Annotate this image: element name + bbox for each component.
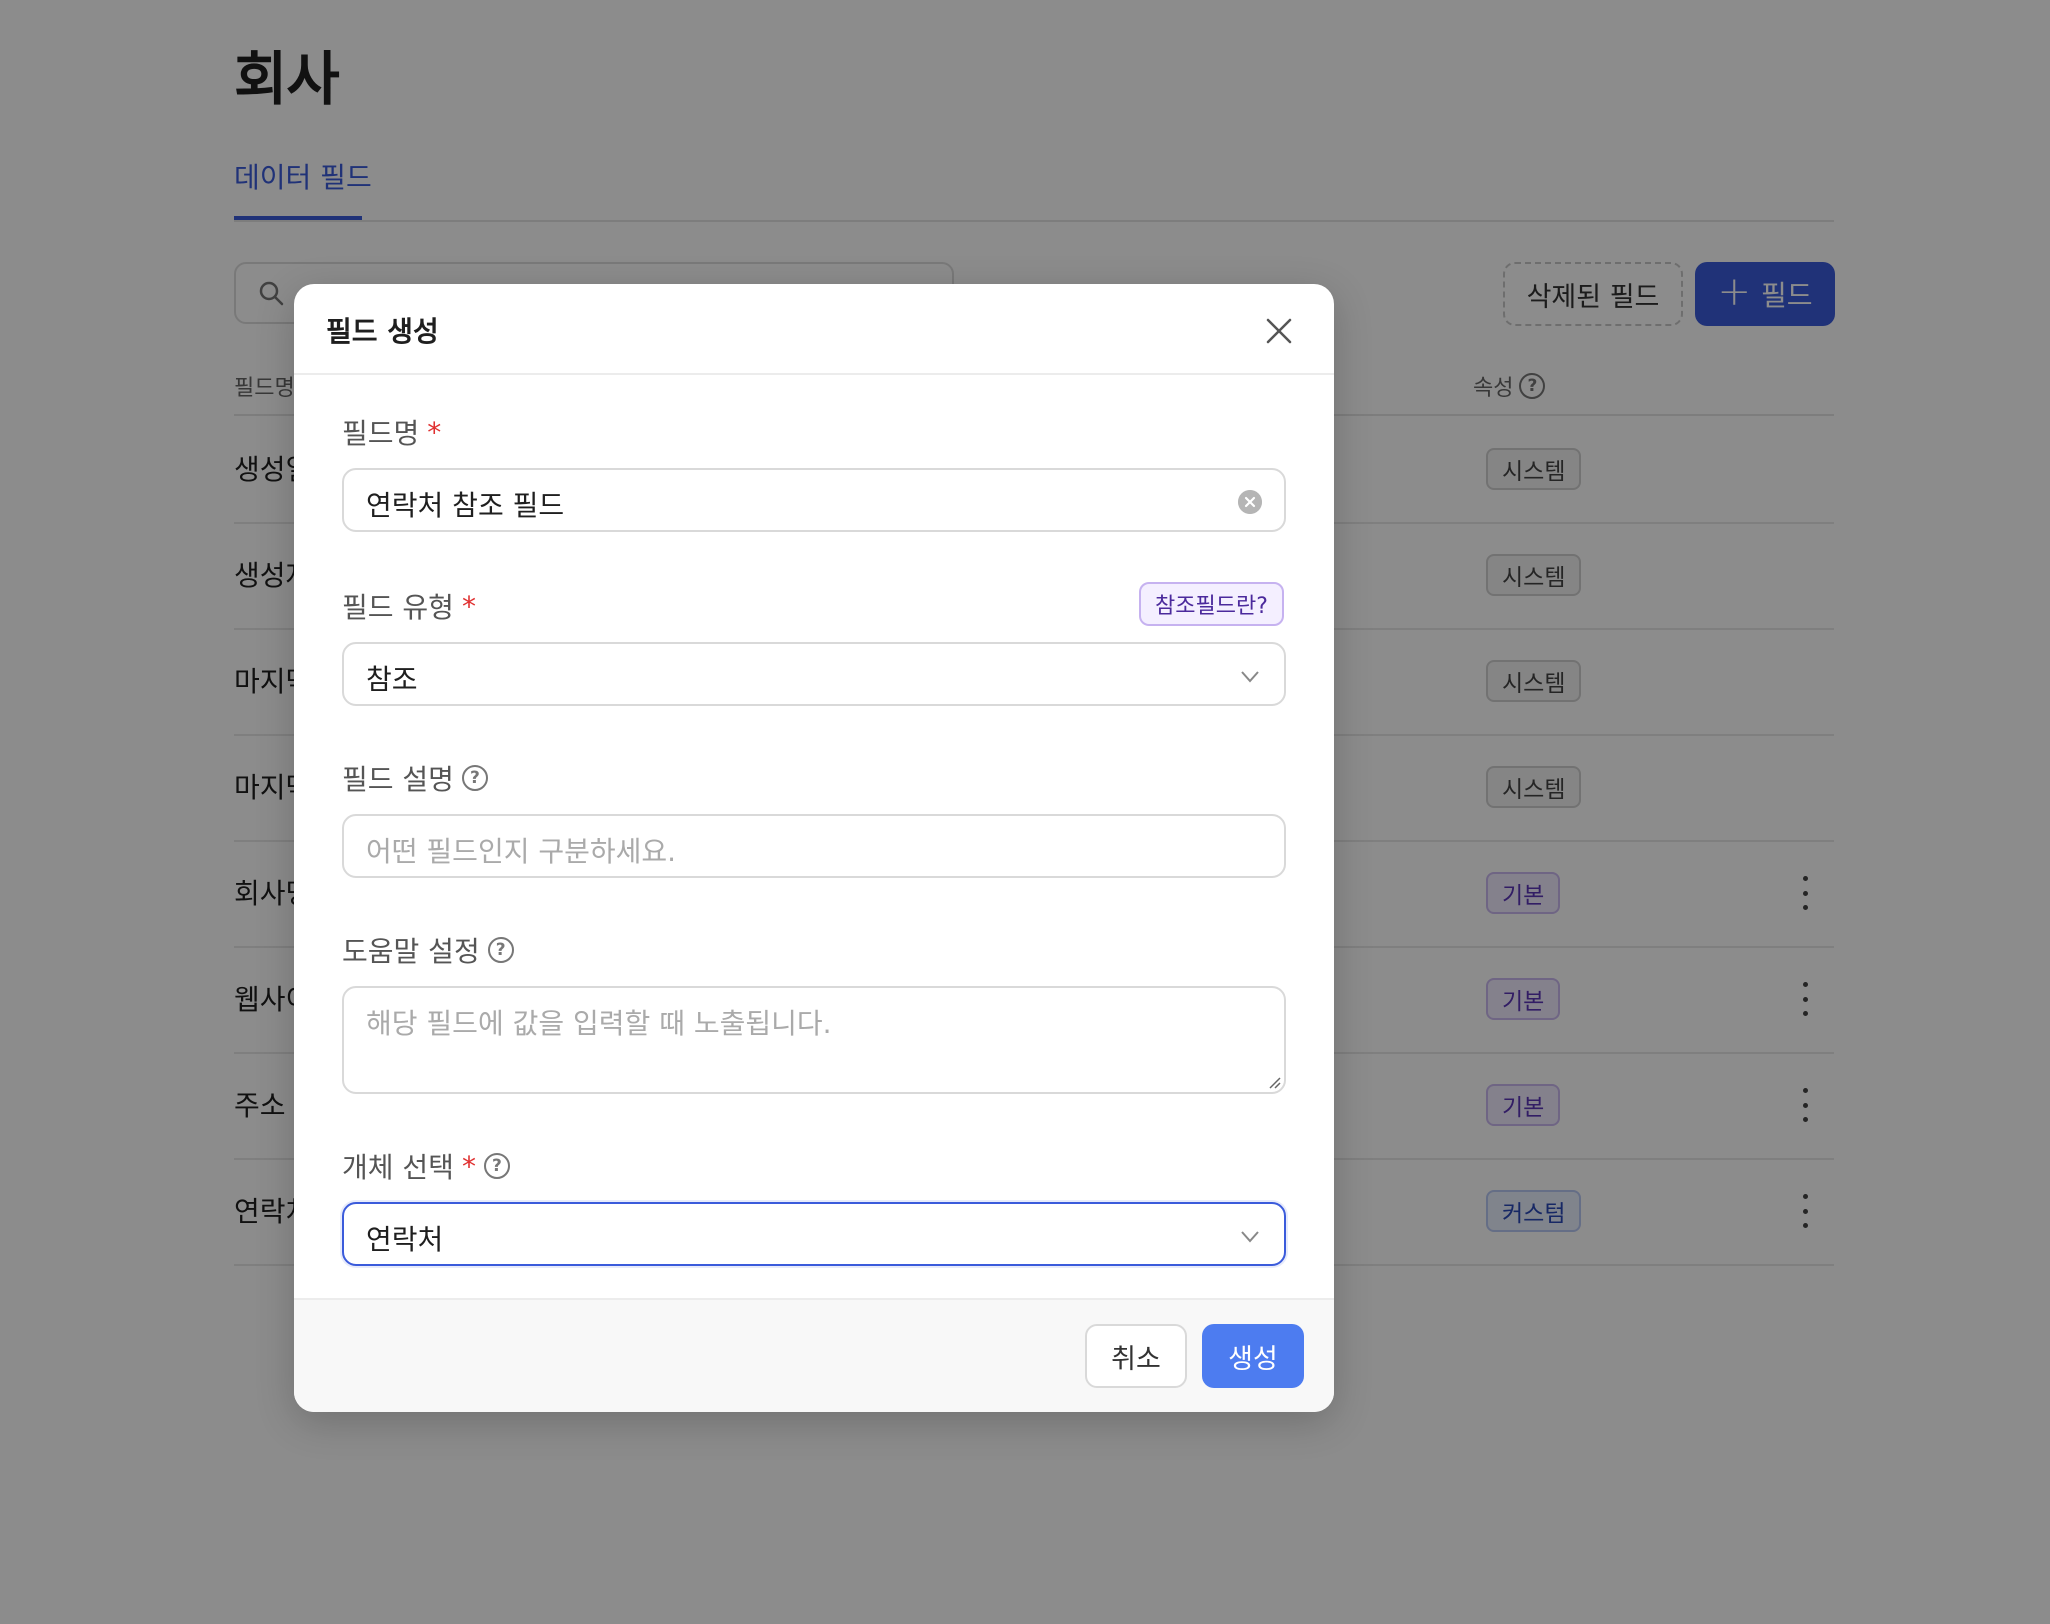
field-name-label-text: 필드명 [342, 417, 420, 450]
field-description-input[interactable]: 어떤 필드인지 구분하세요. [342, 814, 1286, 878]
object-select-value: 연락처 [366, 1223, 444, 1256]
modal-title: 필드 생성 [326, 315, 439, 348]
required-mark: * [427, 415, 442, 449]
field-name-input[interactable]: 연락처 참조 필드 [342, 468, 1286, 532]
help-text-label: 도움말 설정 ? [342, 930, 514, 970]
field-name-label: 필드명 * [342, 412, 441, 452]
object-select-label: 개체 선택 * ? [342, 1146, 510, 1186]
field-name-value: 연락처 참조 필드 [366, 489, 565, 522]
cancel-button[interactable]: 취소 [1085, 1324, 1187, 1388]
close-icon[interactable] [1262, 314, 1296, 348]
field-description-label-text: 필드 설명 [342, 763, 454, 796]
create-field-modal: 필드 생성 필드명 * 연락처 참조 필드 필드 유형 * 참조필드란? 참조 … [294, 284, 1334, 1412]
reference-field-help-badge[interactable]: 참조필드란? [1139, 582, 1284, 626]
field-type-label-text: 필드 유형 [342, 591, 454, 624]
help-icon[interactable]: ? [483, 1153, 510, 1179]
field-type-select[interactable]: 참조 [342, 642, 1286, 706]
chevron-down-icon [1241, 671, 1259, 683]
help-text-placeholder: 해당 필드에 값을 입력할 때 노출됩니다. [366, 1007, 832, 1040]
create-button[interactable]: 생성 [1202, 1324, 1304, 1388]
help-icon[interactable]: ? [461, 765, 488, 791]
modal-footer: 취소 생성 [294, 1298, 1334, 1412]
field-type-value: 참조 [366, 663, 418, 696]
required-mark: * [461, 1149, 476, 1183]
chevron-down-icon [1241, 1231, 1259, 1243]
object-select-label-text: 개체 선택 [342, 1151, 454, 1184]
required-mark: * [461, 589, 476, 623]
clear-icon[interactable] [1238, 490, 1262, 514]
modal-header: 필드 생성 [294, 284, 1334, 375]
field-type-label: 필드 유형 * [342, 586, 476, 626]
resize-grip-icon[interactable] [1268, 1076, 1282, 1090]
field-description-label: 필드 설명 ? [342, 758, 488, 798]
object-select[interactable]: 연락처 [342, 1202, 1286, 1266]
help-text-textarea[interactable]: 해당 필드에 값을 입력할 때 노출됩니다. [342, 986, 1286, 1094]
help-icon[interactable]: ? [487, 937, 514, 963]
help-text-label-text: 도움말 설정 [342, 935, 480, 968]
field-description-placeholder: 어떤 필드인지 구분하세요. [366, 835, 677, 868]
